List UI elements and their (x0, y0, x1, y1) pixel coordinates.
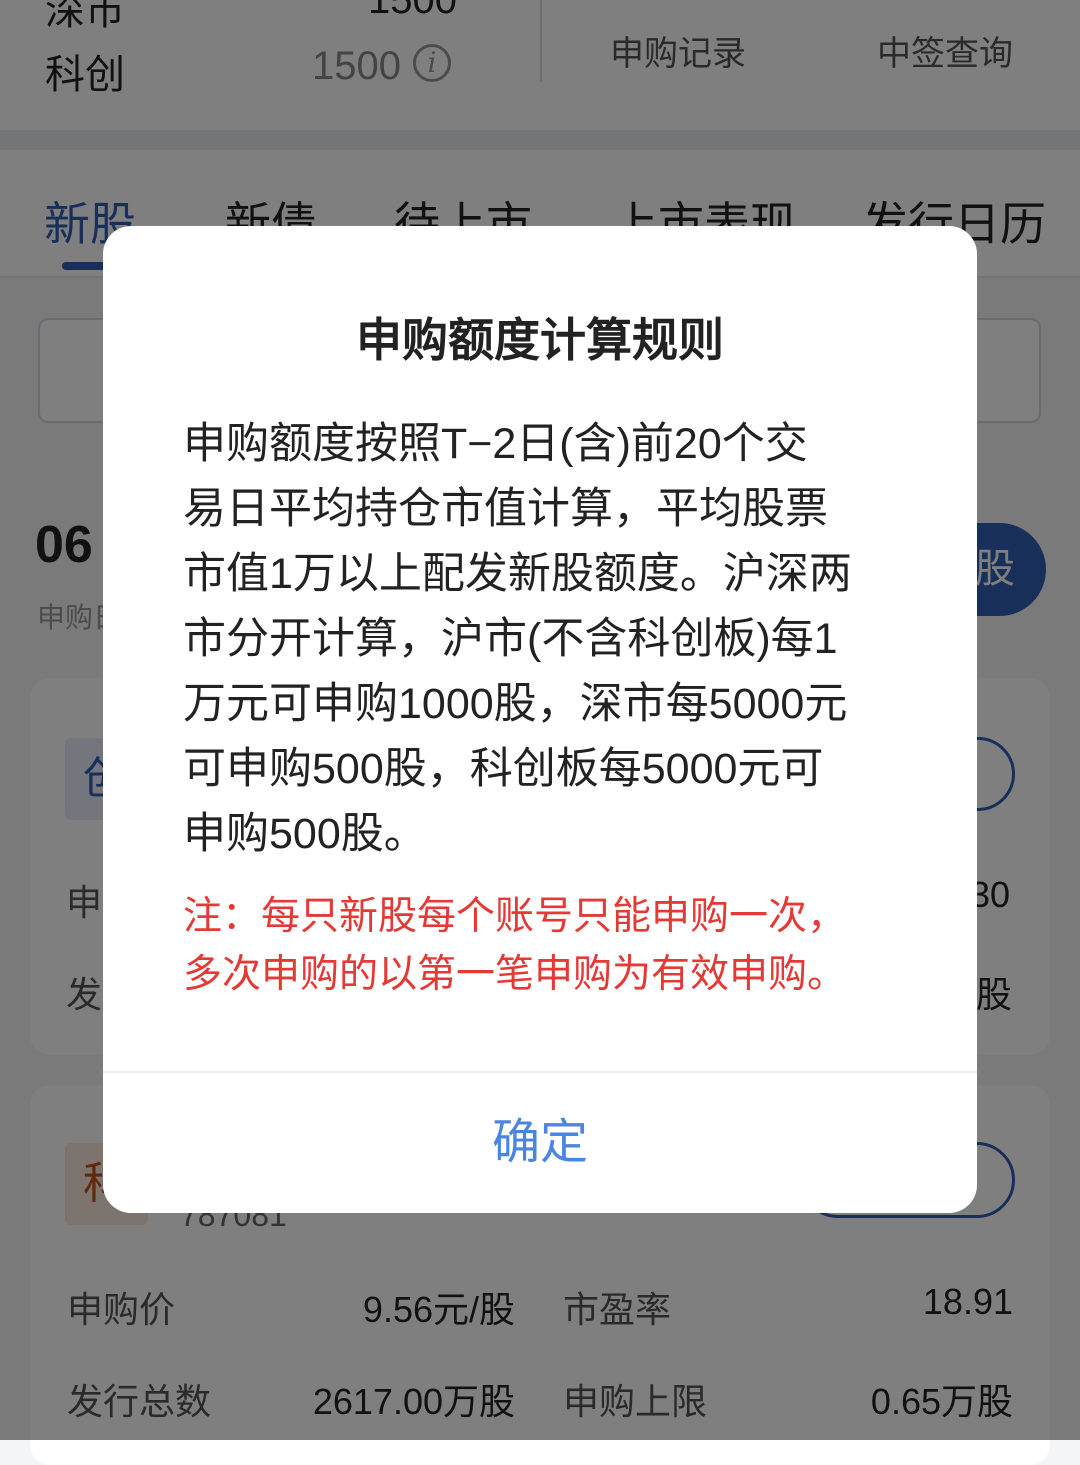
dialog-title: 申购额度计算规则 (356, 314, 724, 366)
body-line: 市分开计算，沪市(不含科创板)每1 (183, 615, 838, 663)
body-line: 申购额度按照T−2日(含)前20个交 (183, 420, 808, 468)
body-line: 可申购500股，科创板每5000元可 (183, 745, 824, 793)
confirm-button[interactable]: 确定 (103, 1073, 977, 1213)
note-line: 多次申购的以第一笔申购为有效申购。 (183, 953, 847, 996)
note-line: 注：每只新股每个账号只能申购一次， (183, 895, 847, 938)
body-line: 市值1万以上配发新股额度。沪深两 (183, 550, 852, 598)
body-line: 易日平均持仓市值计算，平均股票 (183, 485, 828, 533)
dialog-body: 申购额度按照T−2日(含)前20个交 易日平均持仓市值计算，平均股票 市值1万以… (183, 412, 913, 867)
body-line: 申购500股。 (183, 810, 427, 858)
rules-dialog: 申购额度计算规则 申购额度按照T−2日(含)前20个交 易日平均持仓市值计算，平… (103, 226, 977, 1213)
dialog-note: 注：每只新股每个账号只能申购一次， 多次申购的以第一笔申购为有效申购。 (183, 888, 913, 1004)
body-line: 万元可申购1000股，深市每5000元 (183, 680, 848, 728)
